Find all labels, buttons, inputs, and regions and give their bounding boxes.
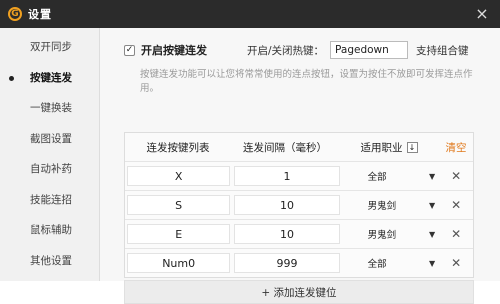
key-cell[interactable]: E [127,224,231,244]
sidebar-item-auto-potion[interactable]: 自动补药 [0,154,99,185]
delete-row-icon[interactable]: ✕ [439,198,473,212]
sidebar-item-screenshot[interactable]: 截图设置 [0,124,99,155]
dropdown-arrow-icon: ▼ [429,229,436,239]
sidebar-item-label: 技能连招 [30,193,72,206]
table-row: E 10 男鬼剑 ▼ ✕ [125,219,473,248]
enable-checkbox[interactable]: ✓ [124,44,135,56]
job-select[interactable]: 男鬼剑 ▼ [344,224,440,244]
job-select[interactable]: 男鬼剑 ▼ [344,195,440,215]
dropdown-arrow-icon: ▼ [429,171,436,181]
key-cell[interactable]: Num0 [127,253,231,273]
add-key-button[interactable]: + 添加连发键位 [124,280,474,304]
sidebar-item-label: 自动补药 [30,163,72,175]
sidebar-item-key-repeat[interactable]: 按键连发 [0,63,99,94]
interval-cell[interactable]: 1 [234,166,340,186]
job-select[interactable]: 全部 ▼ [344,166,440,186]
header-job-label: 适用职业 [360,141,403,154]
delete-row-icon[interactable]: ✕ [439,227,473,241]
feature-description: 按键连发功能可以让您将常常使用的连点按钮，设置为按住不放即可发挥连点作用。 [140,69,473,94]
sidebar-item-label: 其他设置 [30,254,72,267]
dropdown-arrow-icon: ▼ [429,200,436,210]
sidebar-item-mouse-assist[interactable]: 鼠标辅助 [0,215,99,246]
delete-row-icon[interactable]: ✕ [439,169,473,183]
table-header: 连发按键列表 连发间隔（毫秒） 适用职业 ↓ 清空 [125,133,473,161]
combo-key-label: 支持组合键 [416,44,469,57]
delete-row-icon[interactable]: ✕ [439,256,473,270]
job-select[interactable]: 全部 ▼ [344,253,440,273]
interval-cell[interactable]: 999 [234,253,340,273]
sidebar-item-skill-combo[interactable]: 技能连招 [0,185,99,216]
job-select-value: 男鬼剑 [367,201,397,212]
sidebar-item-label: 一键换装 [30,102,72,114]
job-select-value: 男鬼剑 [367,230,397,241]
app-logo-icon: G [8,7,22,21]
key-repeat-table: 连发按键列表 连发间隔（毫秒） 适用职业 ↓ 清空 X 1 全部 ▼ ✕ S 1… [124,132,474,278]
dropdown-arrow-icon: ▼ [429,258,436,268]
table-row: X 1 全部 ▼ ✕ [125,161,473,190]
job-select-value: 全部 [367,172,387,183]
sidebar: 双开同步 按键连发 一键换装 截图设置 自动补药 技能连招 鼠标辅助 其他设置 [0,28,100,281]
header-job: 适用职业 ↓ [339,140,439,155]
enable-label: 开启按键连发 [141,44,207,57]
job-select-value: 全部 [367,259,387,270]
sidebar-item-label: 鼠标辅助 [30,224,72,236]
main-panel: ✓ 开启按键连发 开启/关闭热键： 支持组合键 按键连发功能可以让您将常常使用的… [100,28,500,304]
hotkey-label: 开启/关闭热键： [247,44,325,57]
interval-cell[interactable]: 10 [234,195,340,215]
sort-down-icon[interactable]: ↓ [406,141,418,153]
table-row: Num0 999 全部 ▼ ✕ [125,248,473,277]
sidebar-item-dual-sync[interactable]: 双开同步 [0,32,99,63]
title-bar: G 设置 × [0,0,500,28]
window-title: 设置 [28,8,52,21]
key-cell[interactable]: X [127,166,231,186]
sidebar-item-label: 双开同步 [30,41,72,53]
header-key-list: 连发按键列表 [146,141,210,154]
clear-button[interactable]: 清空 [439,140,473,155]
interval-cell[interactable]: 10 [234,224,340,244]
hotkey-input[interactable] [330,41,409,59]
settings-window: G 设置 × 双开同步 按键连发 一键换装 截图设置 自动补药 技能连招 鼠标辅… [0,0,500,304]
sidebar-item-quick-equip[interactable]: 一键换装 [0,93,99,124]
sidebar-item-label: 按键连发 [30,71,72,84]
sidebar-item-label: 截图设置 [30,132,72,145]
header-interval: 连发间隔（毫秒） [243,141,327,154]
table-row: S 10 男鬼剑 ▼ ✕ [125,190,473,219]
close-icon[interactable]: × [472,4,492,24]
key-cell[interactable]: S [127,195,231,215]
sidebar-item-other[interactable]: 其他设置 [0,246,99,277]
active-bullet-icon [9,75,14,81]
checkmark-icon: ✓ [125,44,134,55]
